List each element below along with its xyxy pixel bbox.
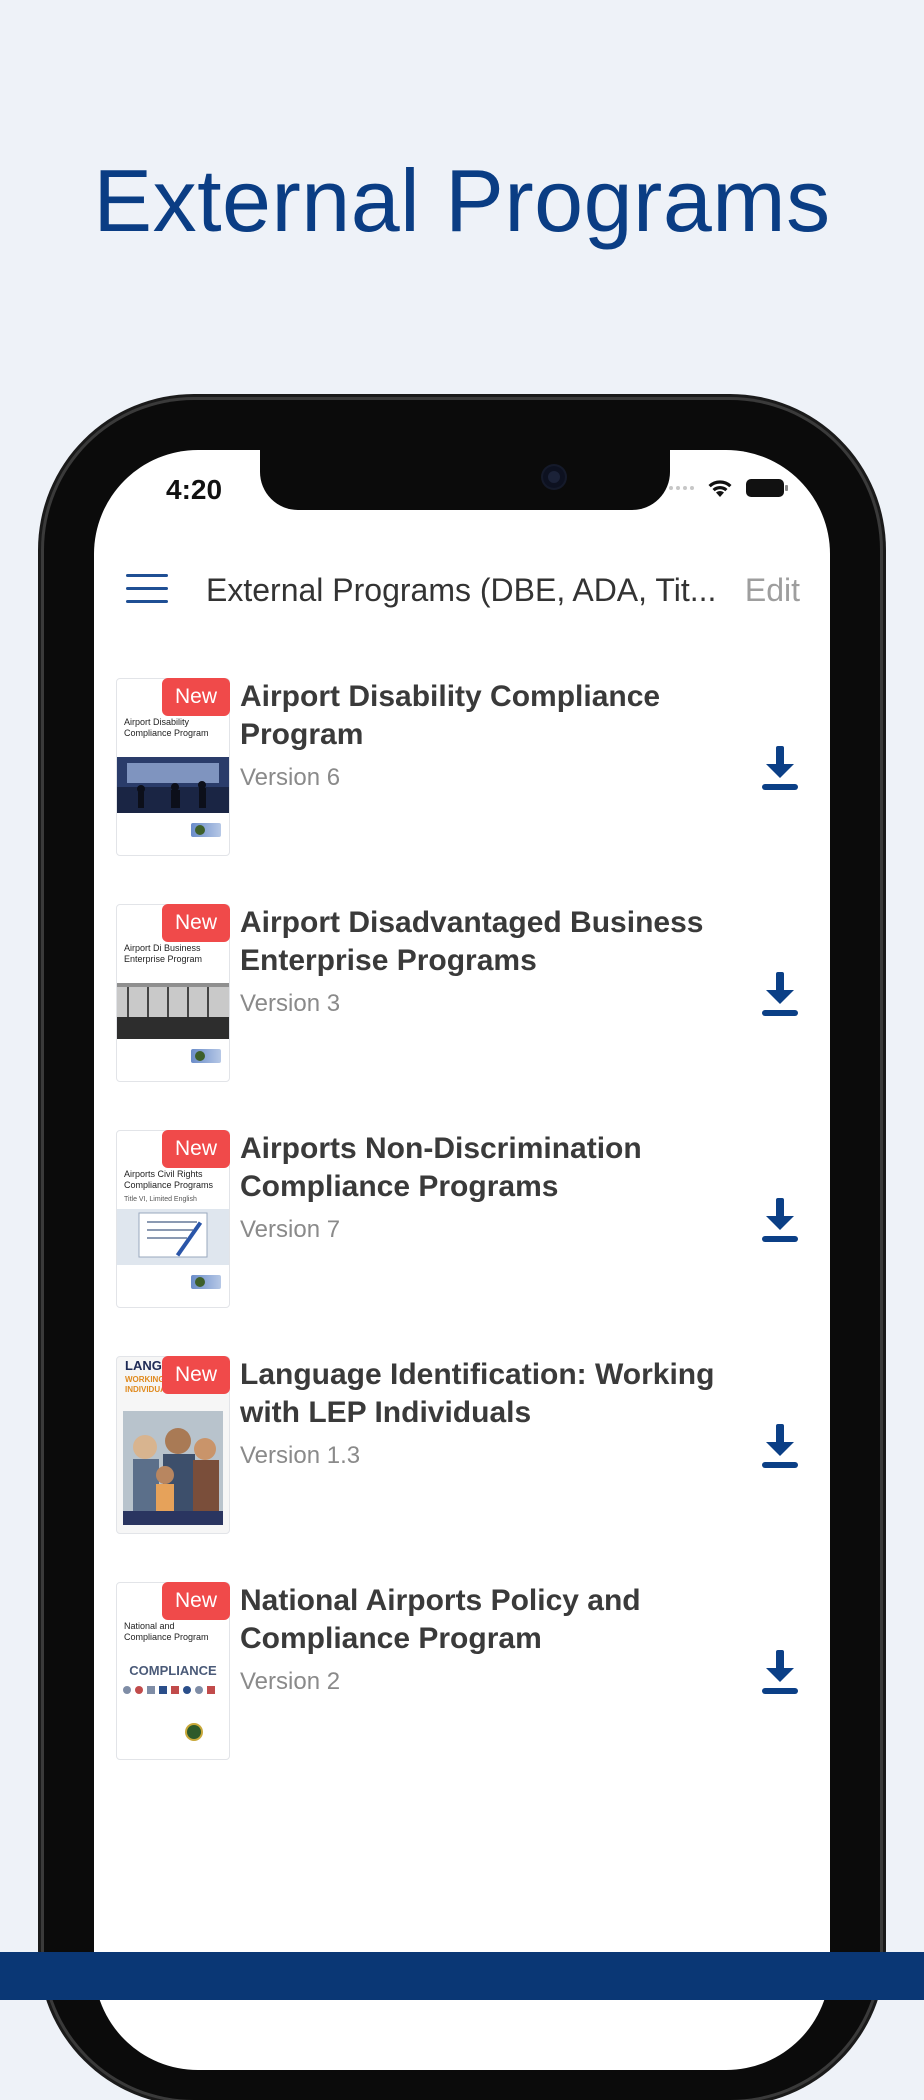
cover-text: National and Compliance Program xyxy=(124,1621,209,1642)
item-version: Version 7 xyxy=(240,1216,341,1243)
download-icon[interactable] xyxy=(760,1422,800,1470)
item-title: Language Identification: Working with LE… xyxy=(240,1358,715,1429)
item-title: Airports Non-Discrimination Compliance P… xyxy=(240,1132,642,1203)
seal-icon xyxy=(191,1049,221,1063)
seal-icon xyxy=(191,823,221,837)
seal-icon xyxy=(187,1725,201,1739)
new-badge: New xyxy=(162,904,230,942)
program-list: Airport Disability Compliance Program Ne… xyxy=(94,678,830,1808)
new-badge: New xyxy=(162,1356,230,1394)
status-time: 4:20 xyxy=(166,474,223,505)
cover-icons-row xyxy=(123,1686,215,1694)
cover-photo xyxy=(117,983,229,1039)
cover-text: Airport Disability Compliance Program xyxy=(124,717,209,738)
device-notch xyxy=(260,450,670,510)
wifi-icon xyxy=(708,480,732,497)
camera-icon xyxy=(543,466,565,488)
cover-footer xyxy=(123,1511,223,1525)
download-icon[interactable] xyxy=(760,1196,800,1244)
list-item[interactable]: Airport Disability Compliance Program Ne… xyxy=(94,678,830,904)
cover-photo xyxy=(117,757,229,813)
cover-text: Airports Civil Rights Compliance Program… xyxy=(124,1169,214,1203)
bottom-band xyxy=(0,1952,924,2000)
seal-icon xyxy=(191,1275,221,1289)
item-version: Version 6 xyxy=(240,764,341,791)
edit-button[interactable]: Edit xyxy=(745,572,800,609)
cover-heading: COMPLIANCE xyxy=(129,1663,217,1678)
list-item[interactable]: Airports Civil Rights Compliance Program… xyxy=(94,1130,830,1356)
battery-icon xyxy=(746,479,788,497)
nav-title: External Programs (DBE, ADA, Tit... xyxy=(206,572,717,608)
navigation-bar: External Programs (DBE, ADA, Tit... Edit xyxy=(94,550,830,630)
hamburger-menu-icon[interactable] xyxy=(126,572,168,606)
new-badge: New xyxy=(162,1582,230,1620)
download-icon[interactable] xyxy=(760,970,800,1018)
cellular-signal-icon xyxy=(669,486,694,490)
page-hero-title: External Programs xyxy=(93,151,831,250)
cover-photo xyxy=(123,1411,223,1511)
item-title: National Airports Policy and Compliance … xyxy=(240,1584,641,1655)
status-icons xyxy=(669,478,788,498)
item-title: Airport Disadvantaged Business Enterpris… xyxy=(240,906,704,977)
item-version: Version 2 xyxy=(240,1668,341,1695)
cover-photo xyxy=(117,1209,229,1265)
item-version: Version 3 xyxy=(240,990,341,1017)
list-item[interactable]: Airport Di Business Enterprise Program N… xyxy=(94,904,830,1130)
app-screen: 4:20 External Programs (DBE, ADA, Tit...… xyxy=(94,450,830,2070)
new-badge: New xyxy=(162,678,230,716)
list-item[interactable]: National and Compliance Program COMPLIAN… xyxy=(94,1582,830,1808)
new-badge: New xyxy=(162,1130,230,1168)
cover-text: Airport Di Business Enterprise Program xyxy=(124,943,203,964)
download-icon[interactable] xyxy=(760,744,800,792)
item-title: Airport Disability Compliance Program xyxy=(240,680,661,751)
item-version: Version 1.3 xyxy=(240,1442,361,1469)
download-icon[interactable] xyxy=(760,1648,800,1696)
list-item[interactable]: LANGU IDENT WORKING LEP INDIVIDUALS New … xyxy=(94,1356,830,1582)
